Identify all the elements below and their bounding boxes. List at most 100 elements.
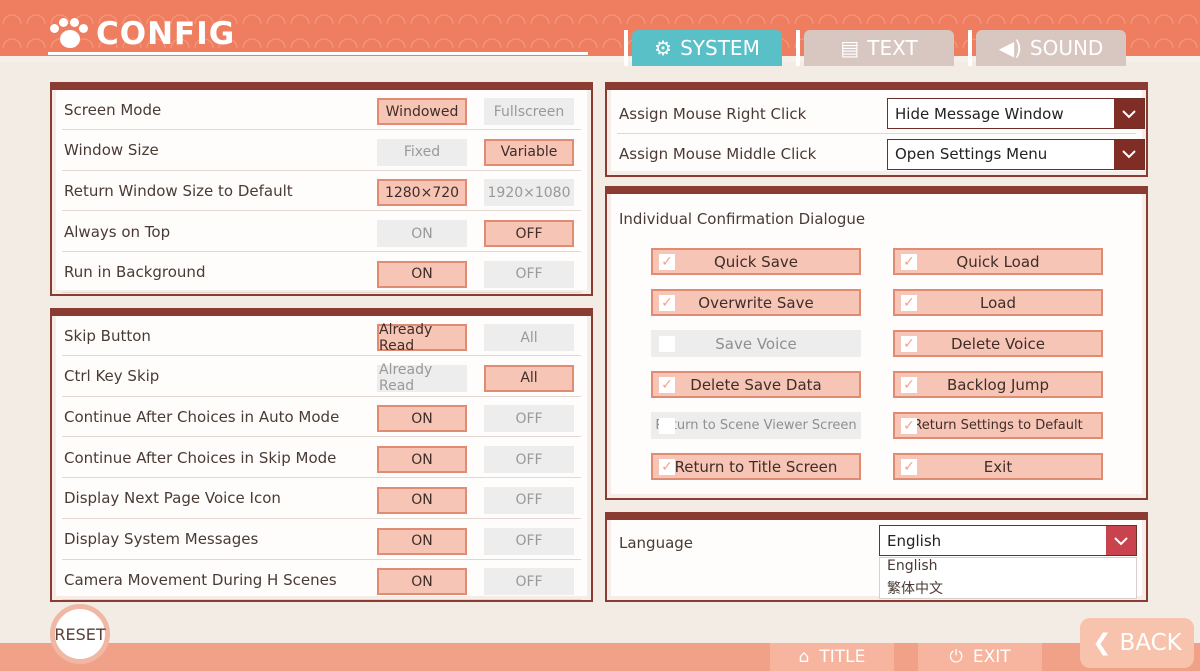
confirm-checkbox-label: Save Voice xyxy=(715,334,797,353)
back-button[interactable]: ❮ BACK xyxy=(1080,618,1194,668)
mouse-middle-value: Open Settings Menu xyxy=(895,145,1048,163)
behavior-option-right[interactable]: All xyxy=(484,364,574,392)
display-option-right[interactable]: Variable xyxy=(484,138,574,166)
home-icon: ⌂ xyxy=(798,647,810,667)
confirm-checkbox-label: Quick Save xyxy=(713,252,798,271)
tab-system[interactable]: ⚙ SYSTEM xyxy=(624,30,782,66)
confirm-checkbox[interactable]: ✓ Quick Save xyxy=(651,248,861,275)
confirm-checkbox[interactable]: ✓ Delete Save Data xyxy=(651,371,861,398)
language-option-traditional-chinese[interactable]: 繁体中文 xyxy=(880,578,1136,598)
display-label: Window Size xyxy=(64,141,159,160)
behavior-option-left[interactable]: ON xyxy=(377,527,467,555)
language-panel: Language English English 繁体中文 xyxy=(605,512,1148,602)
display-row: Always on Top ON OFF xyxy=(62,212,581,253)
mouse-right-label: Assign Mouse Right Click xyxy=(619,104,807,123)
tab-text-label: TEXT xyxy=(867,36,918,60)
reset-button[interactable]: RESET xyxy=(50,604,110,664)
display-option-left[interactable]: ON xyxy=(377,260,467,288)
confirm-checkbox[interactable]: ✓ Delete Voice xyxy=(893,330,1103,357)
behavior-option-left[interactable]: Already Read xyxy=(377,362,467,394)
confirm-checkbox[interactable]: ✓ Return to Title Screen xyxy=(651,453,861,480)
behavior-row: Skip Button Already Read All xyxy=(62,316,581,356)
chevron-down-icon[interactable] xyxy=(1106,526,1136,555)
display-option-left[interactable]: ON xyxy=(377,220,467,248)
display-option-right[interactable]: 1920×1080 xyxy=(484,179,574,207)
behavior-option-right[interactable]: OFF xyxy=(484,568,574,596)
tab-system-label: SYSTEM xyxy=(680,36,760,60)
behavior-option-right[interactable]: OFF xyxy=(484,486,574,514)
behavior-label: Continue After Choices in Auto Mode xyxy=(64,407,340,426)
display-label: Screen Mode xyxy=(64,100,162,119)
display-option-left[interactable]: 1280×720 xyxy=(377,179,467,207)
confirm-checkbox[interactable]: ✓ Backlog Jump xyxy=(893,371,1103,398)
empty-checkbox-icon xyxy=(659,418,675,434)
behavior-option-right[interactable]: OFF xyxy=(484,405,574,433)
confirm-checkbox-label: Exit xyxy=(983,457,1013,476)
confirm-checkbox[interactable]: Return to Scene Viewer Screen xyxy=(651,412,861,439)
confirm-checkbox-label: Load xyxy=(980,293,1016,312)
checkmark-icon: ✓ xyxy=(901,377,917,393)
checkmark-icon: ✓ xyxy=(901,418,917,434)
confirm-checkbox[interactable]: ✓ Return Settings to Default xyxy=(893,412,1103,439)
tab-bar: ⚙ SYSTEM ▤ TEXT ◀) SOUND xyxy=(624,30,1148,66)
display-row: Screen Mode Windowed Fullscreen xyxy=(62,90,581,130)
chevron-down-icon[interactable] xyxy=(1114,99,1144,128)
checkmark-icon: ✓ xyxy=(659,295,675,311)
behavior-option-left[interactable]: ON xyxy=(377,405,467,433)
confirm-checkbox[interactable]: ✓ Overwrite Save xyxy=(651,289,861,316)
behavior-option-right[interactable]: All xyxy=(484,324,574,351)
mouse-middle-dropdown[interactable]: Open Settings Menu xyxy=(887,138,1145,170)
title-button[interactable]: ⌂ TITLE xyxy=(770,643,894,671)
behavior-label: Ctrl Key Skip xyxy=(64,367,160,386)
display-label: Return Window Size to Default xyxy=(64,181,293,200)
confirm-checkbox-label: Return to Title Screen xyxy=(674,457,838,476)
behavior-row: Display System Messages ON OFF xyxy=(62,520,581,560)
checkmark-icon: ✓ xyxy=(901,295,917,311)
behavior-label: Camera Movement During H Scenes xyxy=(64,570,337,589)
behavior-row: Display Next Page Voice Icon ON OFF xyxy=(62,479,581,519)
behavior-option-left[interactable]: ON xyxy=(377,446,467,474)
behavior-label: Display System Messages xyxy=(64,530,259,548)
confirmation-dialogue-panel: Individual Confirmation Dialogue ✓ Quick… xyxy=(605,186,1148,500)
checkmark-icon: ✓ xyxy=(901,459,917,475)
checkmark-icon: ✓ xyxy=(659,254,675,270)
tab-text[interactable]: ▤ TEXT xyxy=(796,30,954,66)
confirm-checkbox-label: Return Settings to Default xyxy=(913,418,1083,433)
display-option-right[interactable]: OFF xyxy=(484,260,574,288)
behavior-option-right[interactable]: OFF xyxy=(484,527,574,555)
chevron-down-icon[interactable] xyxy=(1114,139,1144,169)
checkmark-icon: ✓ xyxy=(901,336,917,352)
tab-sound[interactable]: ◀) SOUND xyxy=(968,30,1126,66)
display-option-right[interactable]: Fullscreen xyxy=(484,98,574,125)
display-row: Return Window Size to Default 1280×720 1… xyxy=(62,171,581,212)
behavior-option-left[interactable]: ON xyxy=(377,486,467,514)
exit-button[interactable]: ⏻ EXIT xyxy=(918,643,1042,671)
display-option-left[interactable]: Fixed xyxy=(377,138,467,166)
language-options-list: English 繁体中文 xyxy=(879,557,1137,599)
title-label: TITLE xyxy=(819,647,866,667)
language-option-english[interactable]: English xyxy=(880,558,1136,578)
confirm-checkbox[interactable]: ✓ Quick Load xyxy=(893,248,1103,275)
display-option-right[interactable]: OFF xyxy=(484,220,574,248)
document-icon: ▤ xyxy=(840,36,860,60)
power-icon: ⏻ xyxy=(949,647,963,667)
behavior-option-left[interactable]: ON xyxy=(377,568,467,596)
confirm-checkbox[interactable]: Save Voice xyxy=(651,330,861,357)
mouse-middle-label: Assign Mouse Middle Click xyxy=(619,145,817,163)
display-row: Window Size Fixed Variable xyxy=(62,131,581,171)
behavior-option-left[interactable]: Already Read xyxy=(377,322,467,354)
confirm-checkbox[interactable]: ✓ Load xyxy=(893,289,1103,316)
behavior-settings-panel: Skip Button Already Read All Ctrl Key Ski… xyxy=(50,308,593,602)
config-header: CONFIG xyxy=(48,16,235,52)
checkmark-icon: ✓ xyxy=(901,254,917,270)
behavior-row: Continue After Choices in Auto Mode ON O… xyxy=(62,397,581,438)
confirm-checkbox[interactable]: ✓ Exit xyxy=(893,453,1103,480)
display-option-left[interactable]: Windowed xyxy=(377,98,467,125)
mouse-settings-panel: Assign Mouse Right Click Hide Message Wi… xyxy=(605,82,1148,177)
behavior-option-right[interactable]: OFF xyxy=(484,446,574,474)
confirm-checkbox-label: Delete Save Data xyxy=(690,375,822,394)
mouse-right-dropdown[interactable]: Hide Message Window xyxy=(887,98,1145,129)
confirm-checkbox-label: Overwrite Save xyxy=(698,293,814,312)
language-dropdown[interactable]: English xyxy=(879,525,1137,556)
tab-sound-label: SOUND xyxy=(1029,36,1104,60)
